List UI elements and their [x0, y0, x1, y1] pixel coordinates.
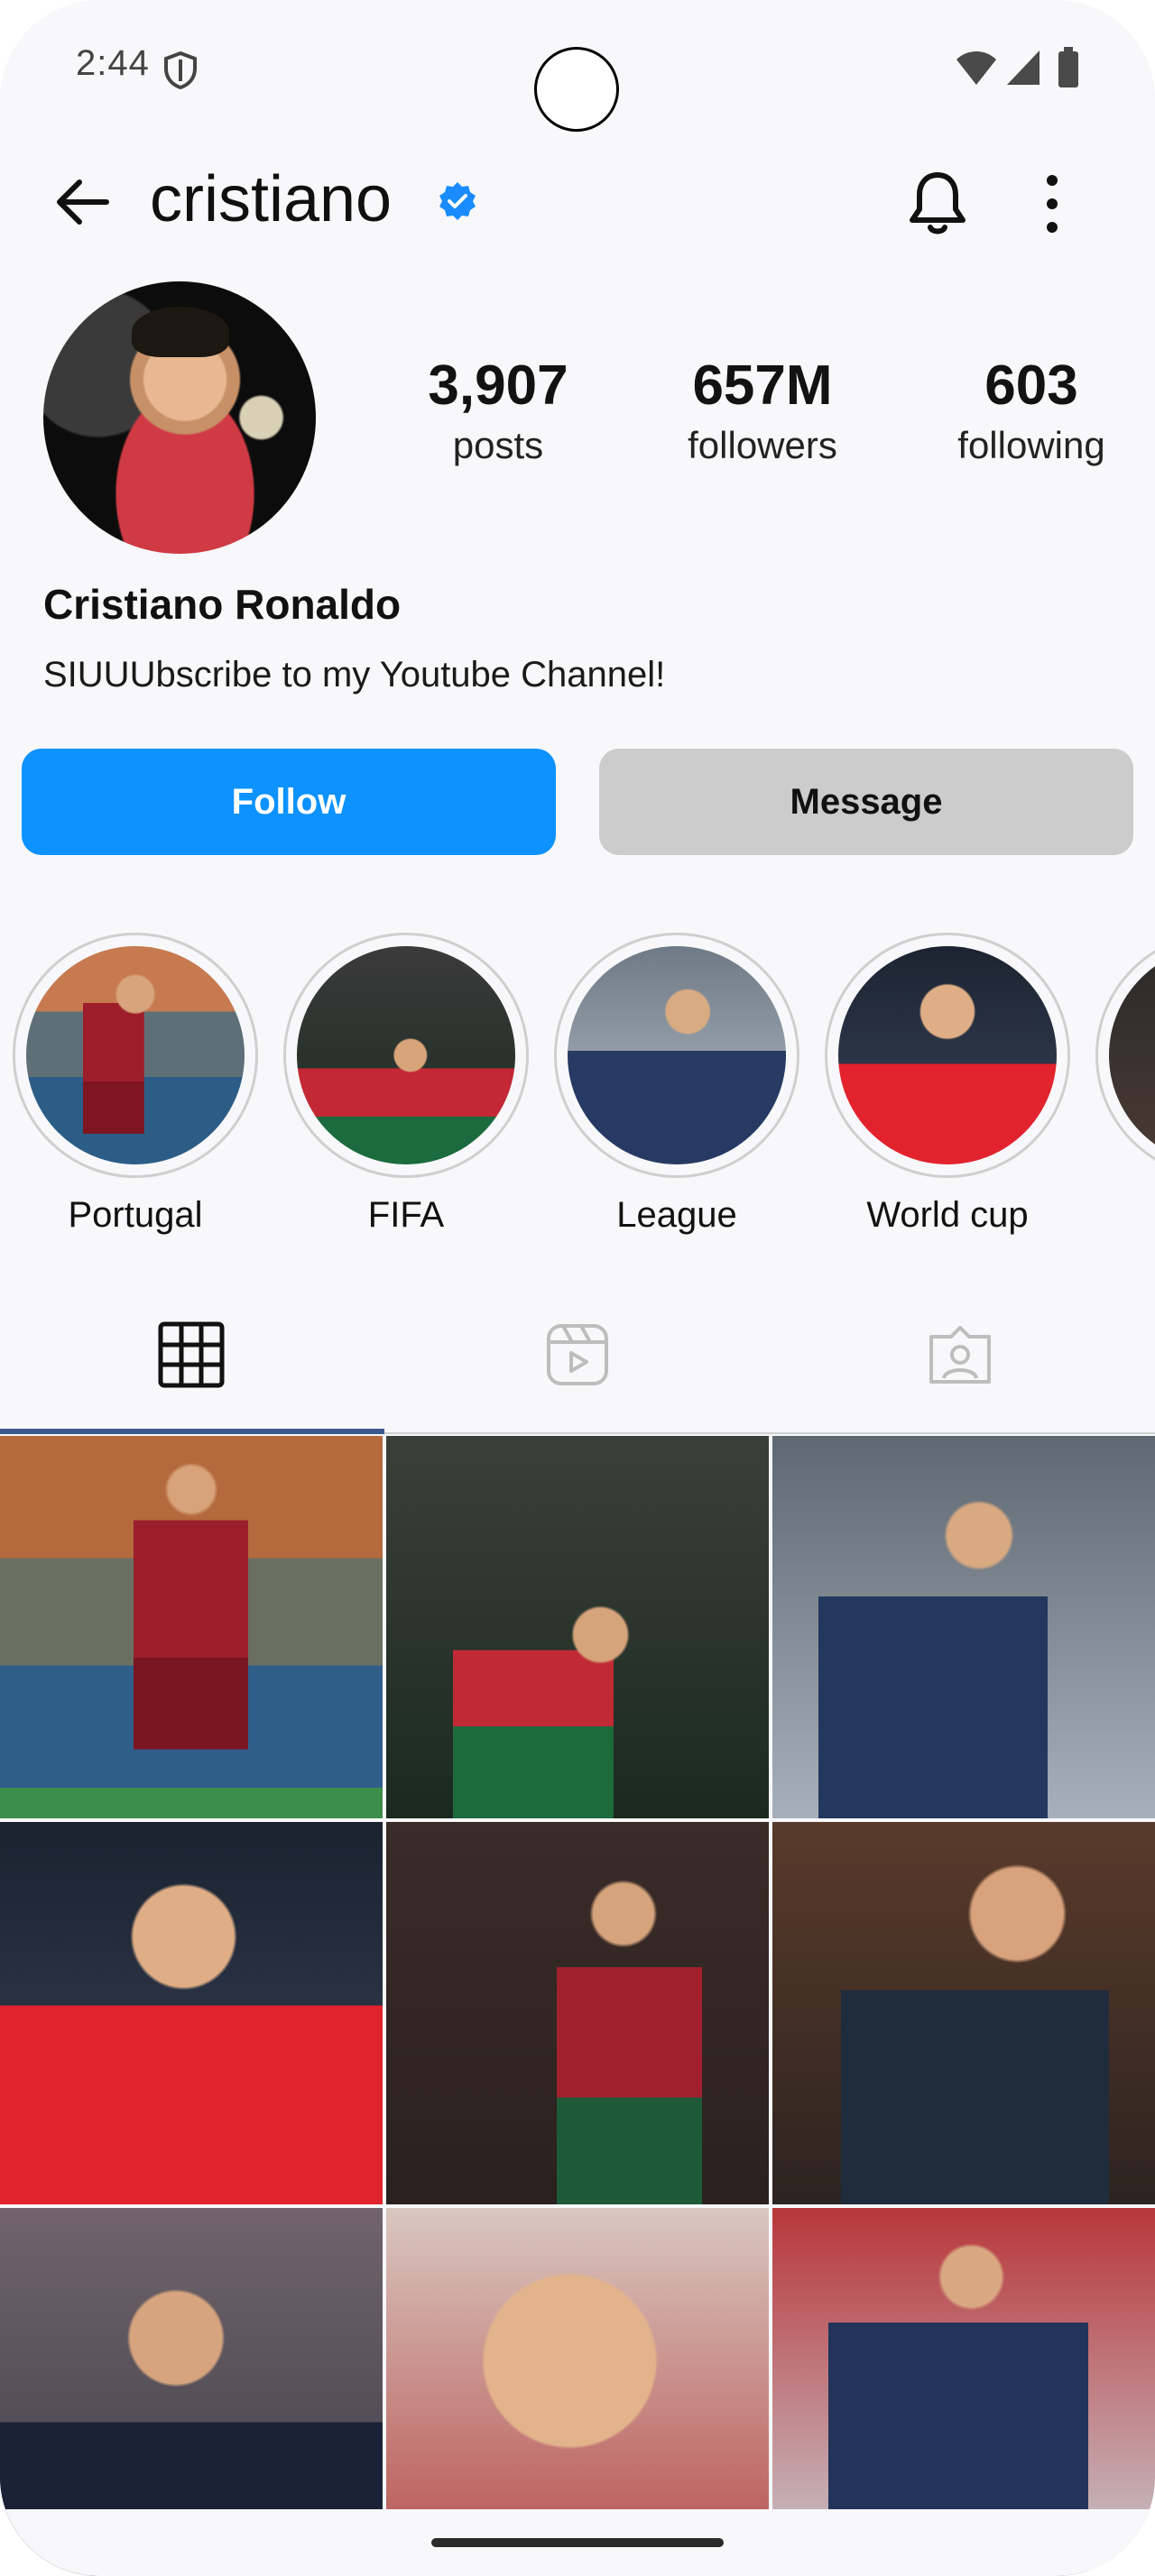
- stat-following-value: 603: [984, 354, 1078, 417]
- highlight-partial[interactable]: [1094, 933, 1155, 1192]
- verified-badge-icon: [439, 182, 476, 220]
- highlight-label: World cup: [866, 1195, 1029, 1235]
- notification-bell-icon[interactable]: [902, 168, 973, 238]
- highlight-cover: [297, 946, 515, 1164]
- post-thumbnail[interactable]: [772, 1822, 1155, 2204]
- highlight-cover: [838, 946, 1057, 1164]
- highlight-world-cup[interactable]: World cup: [823, 933, 1072, 1237]
- shield-icon: [164, 51, 197, 90]
- wifi-icon: [956, 51, 996, 85]
- highlight-ring: [825, 933, 1070, 1178]
- post-thumbnail[interactable]: [0, 1436, 383, 1818]
- highlight-league[interactable]: League: [552, 933, 801, 1237]
- profile-avatar[interactable]: [43, 281, 316, 554]
- highlight-ring: [554, 933, 799, 1178]
- stat-followers[interactable]: 657M followers: [659, 350, 866, 469]
- follow-button[interactable]: Follow: [22, 749, 556, 855]
- highlight-ring: [1095, 933, 1155, 1178]
- profile-username: cristiano: [150, 163, 393, 235]
- posts-grid: [0, 1436, 1155, 2576]
- back-arrow-icon[interactable]: [51, 170, 116, 235]
- more-options-icon[interactable]: [1034, 171, 1070, 236]
- reels-icon[interactable]: [541, 1319, 614, 1391]
- highlight-cover: [1109, 946, 1155, 1164]
- stat-posts[interactable]: 3,907 posts: [408, 350, 588, 469]
- stat-posts-label: posts: [452, 424, 544, 466]
- grid-icon[interactable]: [155, 1319, 227, 1391]
- stat-posts-value: 3,907: [428, 354, 568, 417]
- highlight-cover: [568, 946, 786, 1164]
- camera-cutout: [534, 47, 619, 132]
- tagged-icon[interactable]: [924, 1319, 996, 1391]
- highlight-cover: [26, 946, 245, 1164]
- message-button[interactable]: Message: [599, 749, 1133, 855]
- post-thumbnail[interactable]: [386, 1822, 769, 2204]
- highlight-ring: [13, 933, 258, 1178]
- highlight-label: League: [616, 1195, 737, 1235]
- phone-screen: 2:44 cristiano 3,907 posts 657M follower: [0, 0, 1155, 2576]
- profile-full-name: Cristiano Ronaldo: [43, 581, 402, 628]
- highlight-portugal[interactable]: Portugal: [11, 933, 260, 1237]
- profile-bio: SIUUUbscribe to my Youtube Channel!: [43, 655, 666, 695]
- active-tab-indicator: [0, 1429, 384, 1434]
- stat-following[interactable]: 603 following: [935, 350, 1128, 469]
- post-thumbnail[interactable]: [386, 1436, 769, 1818]
- stat-followers-value: 657M: [692, 354, 833, 417]
- highlight-fifa[interactable]: FIFA: [282, 933, 531, 1237]
- highlight-label: Portugal: [68, 1195, 203, 1235]
- post-thumbnail[interactable]: [0, 1822, 383, 2204]
- signal-icon: [1007, 51, 1040, 85]
- highlight-label: FIFA: [367, 1195, 445, 1235]
- status-time: 2:44: [76, 43, 150, 83]
- highlight-ring: [283, 933, 529, 1178]
- battery-icon: [1058, 47, 1078, 87]
- stat-following-label: following: [957, 424, 1105, 466]
- gesture-nav-pill[interactable]: [431, 2538, 724, 2547]
- stat-followers-label: followers: [688, 424, 837, 466]
- post-thumbnail[interactable]: [772, 1436, 1155, 1818]
